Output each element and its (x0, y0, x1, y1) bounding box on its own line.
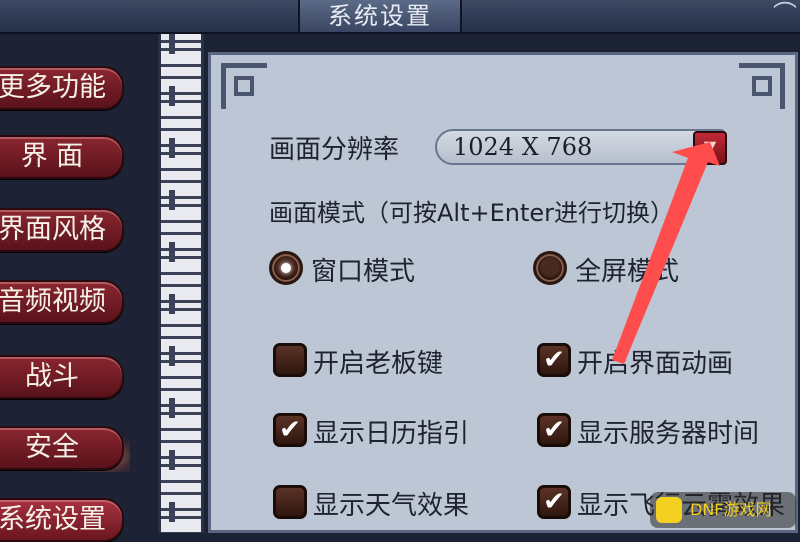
watermark-text: DNF游戏网 (690, 500, 772, 519)
checkbox-weather-effect[interactable] (273, 485, 307, 519)
checkbox-weather-effect-label: 显示天气效果 (313, 491, 470, 521)
resolution-select[interactable]: 1024 X 768 ▼ (435, 129, 727, 165)
nav-item-combat[interactable]: 战斗 (0, 355, 124, 399)
checkbox-server-time[interactable]: ✔ (537, 413, 571, 447)
dropdown-arrow-icon[interactable]: ▼ (693, 131, 727, 165)
title-bar: 系统设置 ⌒ (0, 0, 800, 34)
radio-fullscreen[interactable] (533, 251, 567, 285)
checkbox-server-time-label: 显示服务器时间 (577, 419, 760, 449)
close-icon[interactable]: ⌒ (770, 0, 800, 30)
checkbox-calendar-guide-label: 显示日历指引 (313, 419, 470, 449)
window-title: 系统设置 (298, 0, 462, 32)
checkbox-cloud-effect[interactable]: ✔ (537, 485, 571, 519)
settings-panel: 画面分辨率 1024 X 768 ▼ 画面模式（可按Alt+Enter进行切换）… (208, 52, 798, 533)
left-nav: 更多功能 界 面 界面风格 音频视频 战斗 安全 系统设置 (0, 34, 155, 542)
meander-border (158, 34, 204, 533)
nav-item-interface-style[interactable]: 界面风格 (0, 208, 124, 252)
resolution-label: 画面分辨率 (269, 135, 400, 165)
checkbox-boss-key[interactable] (273, 343, 307, 377)
nav-item-interface[interactable]: 界 面 (0, 135, 124, 179)
corner-ornament (739, 63, 785, 109)
checkbox-ui-animation-label: 开启界面动画 (577, 349, 734, 379)
corner-ornament (221, 63, 267, 109)
radio-fullscreen-label: 全屏模式 (575, 257, 680, 287)
radio-windowed[interactable] (269, 251, 303, 285)
nav-item-more-features[interactable]: 更多功能 (0, 66, 124, 110)
checkbox-boss-key-label: 开启老板键 (313, 349, 444, 379)
gamepad-icon (656, 497, 682, 523)
nav-item-system-settings[interactable]: 系统设置 (0, 498, 124, 542)
display-mode-label: 画面模式（可按Alt+Enter进行切换） (269, 199, 675, 227)
radio-windowed-label: 窗口模式 (311, 257, 416, 287)
nav-item-security[interactable]: 安全 (0, 426, 124, 470)
watermark: DNF游戏网 (650, 492, 796, 528)
checkbox-calendar-guide[interactable]: ✔ (273, 413, 307, 447)
checkbox-ui-animation[interactable]: ✔ (537, 343, 571, 377)
nav-item-audio-video[interactable]: 音频视频 (0, 280, 124, 324)
resolution-value: 1024 X 768 (453, 133, 593, 161)
